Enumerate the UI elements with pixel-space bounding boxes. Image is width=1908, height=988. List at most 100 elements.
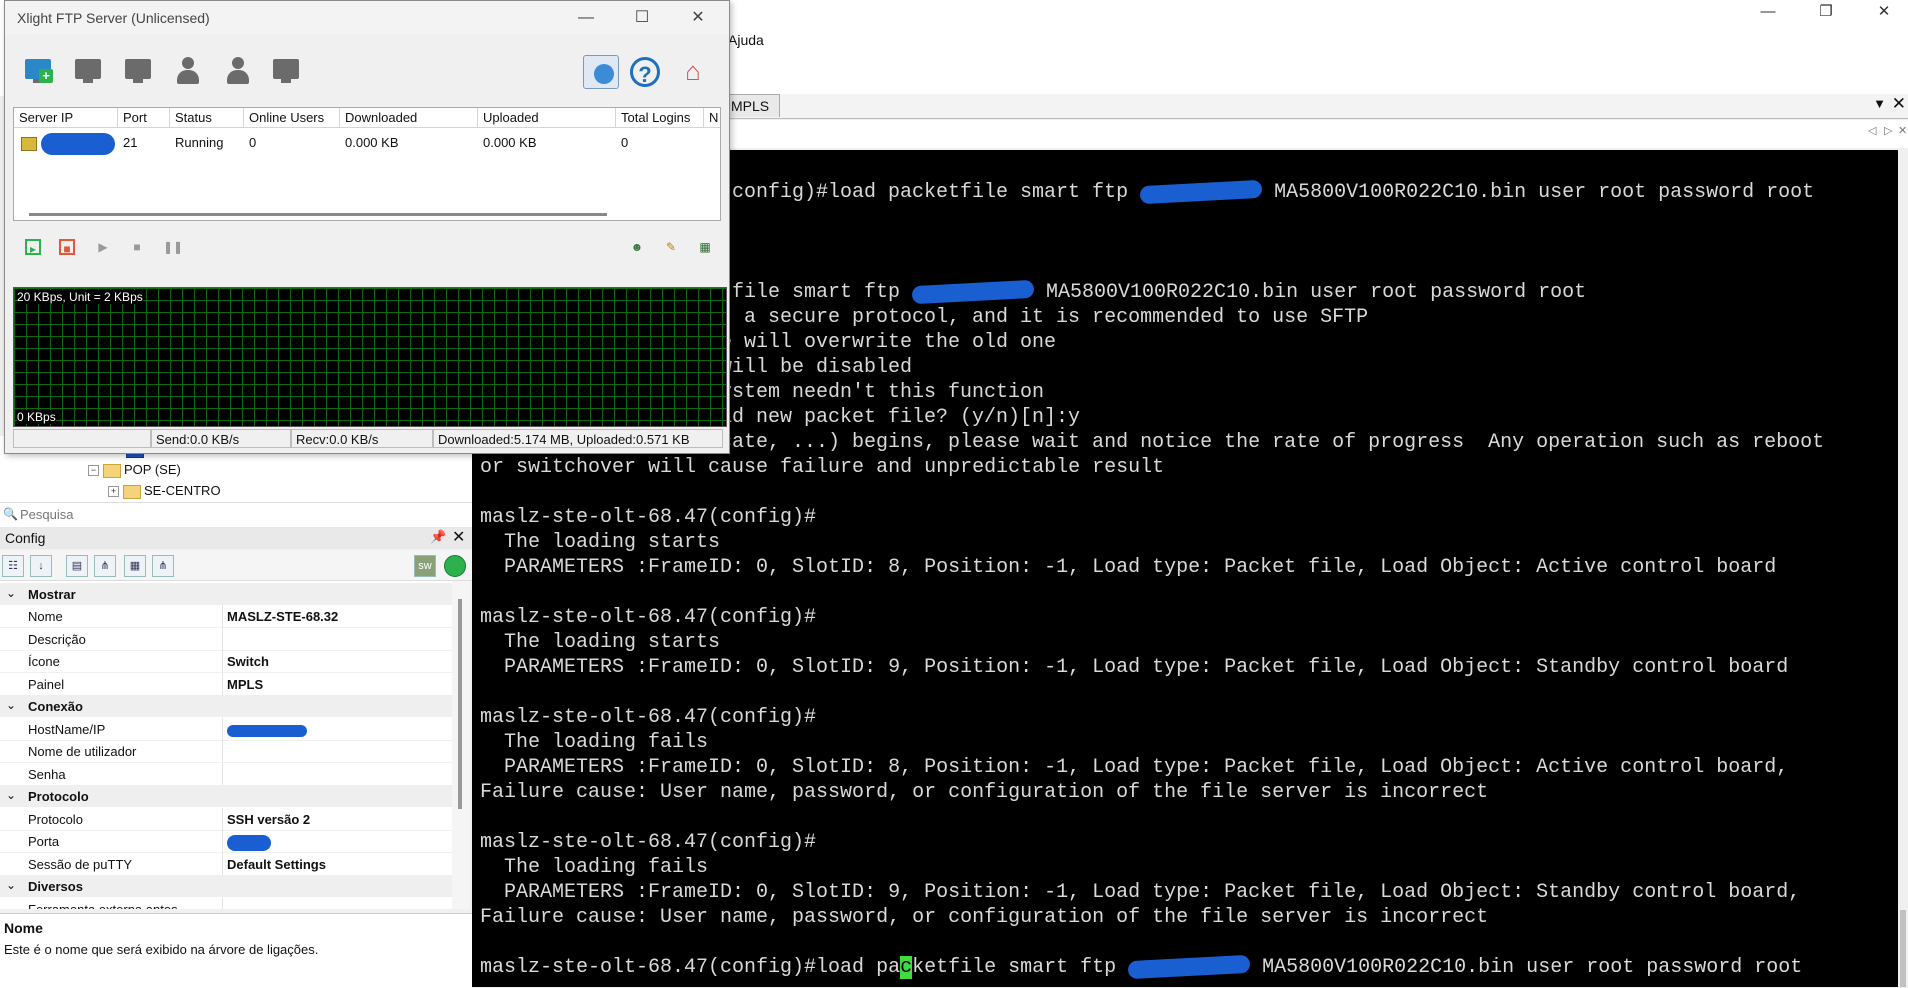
ftp-status-bar: Send:0.0 KB/s Recv:0.0 KB/s Downloaded:5… [13,429,725,449]
pin-icon[interactable]: 📌 [430,529,446,545]
close-button[interactable]: ✕ [675,6,721,30]
property-row[interactable]: Ferramenta externa antes [0,898,452,909]
play-icon[interactable]: ▶ [95,239,111,255]
maximize-button[interactable]: ❐ [1808,2,1844,22]
help-button[interactable]: ? [630,57,660,87]
terminal-scrollbar[interactable] [1898,150,1908,987]
ftp-toolbar: + ? ⌂ [5,37,729,107]
scrollbar-thumb[interactable] [458,599,462,809]
search-input[interactable]: Pesquisa [20,507,73,522]
default-inheritance-icon[interactable]: ⋔ [152,555,174,577]
send-rate: Send:0.0 KB/s [151,429,291,448]
close-button[interactable]: ✕ [1866,2,1902,22]
property-row[interactable]: Porta [0,830,452,853]
column-header[interactable]: Uploaded [478,108,616,128]
ftp-titlebar: Xlight FTP Server (Unlicensed) — ☐ ✕ [5,1,729,35]
property-row[interactable]: Protocolo SSH versão 2 [0,808,452,831]
column-header[interactable]: Downloaded [340,108,478,128]
terminal-prompt-line: maslz-ste-olt-68.47(config)#load packetf… [480,954,1803,979]
close-tab-icon[interactable]: ✕ [1892,94,1906,114]
properties-icon[interactable]: ▤ [66,555,88,577]
table-horizontal-scrollbar[interactable] [29,213,607,216]
tab-list-dropdown-icon[interactable]: ▼ [1873,96,1886,111]
property-row[interactable]: Descrição [0,628,452,651]
category-protocolo[interactable]: ⌄ Protocolo [0,785,452,807]
terminal-line: cate, ...) begins, please wait and notic… [720,431,1825,454]
collapse-icon[interactable]: − [88,465,99,477]
close-icon[interactable]: ✕ [1898,124,1907,137]
chevron-down-icon[interactable]: ⌄ [6,788,16,802]
tab-strip: MPLS ▼ ✕ [720,94,1908,119]
sort-alpha-icon[interactable]: ↓ [30,555,52,577]
property-row[interactable]: Sessão de puTTY Default Settings [0,853,452,876]
scrollbar-thumb[interactable] [1900,910,1906,987]
status-cell: Running [175,135,224,150]
redacted-ip [911,279,1035,304]
minimize-button[interactable]: — [1750,2,1786,22]
property-row[interactable]: Nome de utilizador [0,740,452,763]
add-server-button[interactable]: + [23,57,53,85]
property-row[interactable]: HostName/IP [0,718,452,741]
property-row[interactable]: Senha [0,763,452,786]
menu-help[interactable]: Ajuda [728,32,764,48]
xlight-ftp-window: Xlight FTP Server (Unlicensed) — ☐ ✕ + ?… [4,0,730,454]
downloaded-cell: 0.000 KB [345,135,399,150]
scroll-left-icon[interactable]: ◁ [1868,124,1876,137]
home-info-button[interactable]: ⌂ [677,55,709,87]
default-properties-icon[interactable]: ▦ [124,555,146,577]
property-row[interactable]: Ícone Switch [0,650,452,673]
maximize-button[interactable]: ☐ [619,6,665,30]
edit-icon[interactable]: ✎ [663,239,679,255]
tree-item-pop-se[interactable]: − POP (SE) [88,462,181,478]
scroll-right-icon[interactable]: ▷ [1884,124,1892,137]
pause-icon[interactable]: ❚❚ [163,239,183,255]
server-log-button[interactable] [271,57,301,85]
globe-icon [594,64,614,84]
terminal-line: maslz-ste-olt-68.47(config)# [480,606,817,629]
folder-icon [103,463,121,478]
start-all-icon[interactable]: ▸ [25,239,41,256]
edit-server-button[interactable] [123,57,153,85]
stop-all-icon[interactable]: ■ [59,239,75,256]
redacted-port [227,834,271,851]
close-icon[interactable]: ✕ [452,527,465,547]
categorized-icon[interactable]: ☷ [2,555,24,577]
terminal-line: PARAMETERS :FrameID: 0, SlotID: 9, Posit… [480,656,1789,679]
column-header[interactable]: Port [118,108,170,128]
config-toolbar: ☷ ↓ ▤ ⋔ ▦ ⋔ sw [0,550,472,581]
user-list-button[interactable] [173,57,203,87]
terminal-line: The loading fails [480,856,709,879]
property-scrollbar[interactable] [452,581,470,909]
property-description: Nome Este é o nome que será exibido na á… [0,913,472,988]
tree-item-se-centro[interactable]: + SE-CENTRO [108,483,221,499]
column-header[interactable]: Server IP [14,108,118,128]
column-header[interactable]: N [704,108,720,128]
tree-search[interactable]: 🔍 Pesquisa [0,502,472,528]
column-header[interactable]: Status [170,108,244,128]
user-icon[interactable]: ☻ [629,239,645,255]
global-options-button[interactable] [583,55,619,89]
chevron-down-icon[interactable]: ⌄ [6,698,16,712]
online-users-button[interactable] [223,57,253,87]
chevron-down-icon[interactable]: ⌄ [6,586,16,600]
category-diversos[interactable]: ⌄ Diversos [0,875,452,897]
category-conexao[interactable]: ⌄ Conexão [0,695,452,717]
category-mostrar[interactable]: ⌄ Mostrar [0,583,452,605]
minimize-button[interactable]: — [563,6,609,30]
terminal-line: t a secure protocol, and it is recommend… [720,306,1369,329]
stop-icon[interactable]: ■ [129,239,145,255]
online-users-cell: 0 [249,135,257,150]
chevron-down-icon[interactable]: ⌄ [6,878,16,892]
network-card-icon[interactable]: ▦ [697,239,713,255]
column-header[interactable]: Total Logins [616,108,704,128]
recv-rate: Recv:0.0 KB/s [291,429,433,448]
expand-icon[interactable]: + [108,486,119,498]
terminal-line: The loading fails [480,731,709,754]
property-row[interactable]: Nome MASLZ-STE-68.32 [0,605,452,628]
uploaded-cell: 0.000 KB [483,135,537,150]
switch-icon: sw [414,555,436,577]
column-header[interactable]: Online Users [244,108,340,128]
inheritance-icon[interactable]: ⋔ [94,555,116,577]
property-row[interactable]: Painel MPLS [0,673,452,696]
remove-server-button[interactable] [73,57,103,85]
